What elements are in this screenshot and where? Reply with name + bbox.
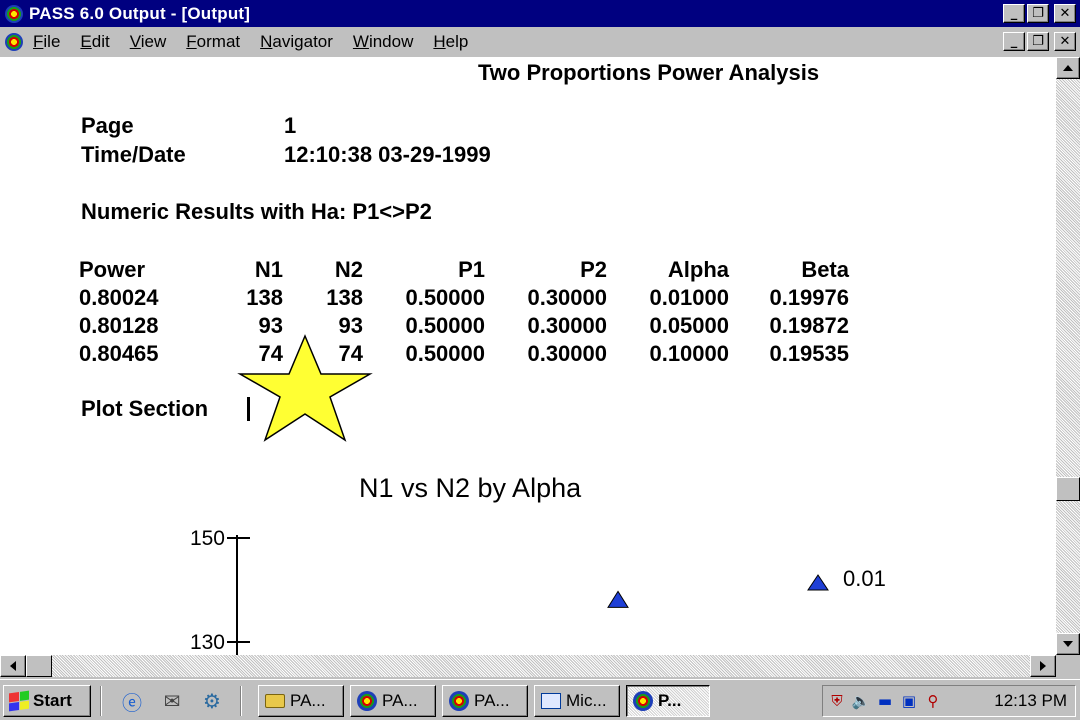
folder-icon xyxy=(265,694,285,708)
horizontal-scrollbar[interactable] xyxy=(0,655,1056,677)
taskbar: Start ⓔ ✉ ⚙ PA... PA... PA... Mic... P..… xyxy=(0,679,1080,720)
arrow-down-icon xyxy=(1063,641,1073,647)
taskbar-clock: 12:13 PM xyxy=(994,691,1067,710)
title-bar[interactable]: PASS 6.0 Output - [Output] _ ❐ ✕ xyxy=(0,0,1080,27)
taskbar-separator xyxy=(240,686,242,716)
doc-close-button[interactable]: ✕ xyxy=(1054,32,1076,51)
search-icon[interactable]: ⚲ xyxy=(923,691,943,711)
restore-button[interactable]: ❐ xyxy=(1027,4,1049,23)
menu-file[interactable]: File xyxy=(33,32,60,52)
doc-restore-button[interactable]: ❐ xyxy=(1027,32,1049,51)
volume-icon[interactable]: 🔈 xyxy=(851,691,871,711)
data-points xyxy=(607,590,629,608)
network-icon[interactable]: ▬ xyxy=(875,691,895,711)
scatter-chart: 150 130 0.01 xyxy=(190,527,886,655)
data-point-marker xyxy=(607,590,629,608)
taskbar-button-microsoft[interactable]: Mic... xyxy=(534,685,620,717)
scroll-left-button[interactable] xyxy=(0,655,26,677)
taskbar-separator xyxy=(100,686,102,716)
windows-logo-icon xyxy=(9,690,29,712)
arrow-right-icon xyxy=(1040,661,1046,671)
menu-edit[interactable]: Edit xyxy=(80,32,109,52)
taskbar-button-pass-active[interactable]: P... xyxy=(626,685,710,717)
scroll-down-button[interactable] xyxy=(1056,633,1080,655)
y-tick-label: 130 xyxy=(190,631,225,654)
taskbar-button-label: PA... xyxy=(382,691,418,710)
menu-bar: File Edit View Format Navigator Window H… xyxy=(0,28,1080,56)
scrollbar-corner xyxy=(1056,655,1080,677)
start-button[interactable]: Start xyxy=(3,685,91,717)
start-label: Start xyxy=(33,691,72,710)
scroll-up-button[interactable] xyxy=(1056,57,1080,79)
doc-minimize-button[interactable]: _ xyxy=(1003,32,1025,51)
window-controls: _ ❐ ✕ xyxy=(1003,4,1076,23)
taskbar-button-pass-1[interactable]: PA... xyxy=(350,685,436,717)
arrow-left-icon xyxy=(10,661,16,671)
internet-explorer-icon[interactable]: ⓔ xyxy=(120,689,144,715)
output-document[interactable]: Two Proportions Power Analysis Page 1 Ti… xyxy=(0,57,1056,655)
window-title: PASS 6.0 Output - [Output] xyxy=(29,3,251,23)
pass-app-icon[interactable] xyxy=(5,4,23,23)
menu-help[interactable]: Help xyxy=(433,32,468,52)
vertical-scrollbar[interactable] xyxy=(1056,57,1080,655)
channels-icon[interactable]: ⚙ xyxy=(200,689,224,713)
pass-app-icon xyxy=(449,691,469,711)
pass-app-icon xyxy=(357,691,377,711)
shield-icon[interactable]: ⛨ xyxy=(827,691,847,711)
taskbar-button-folder[interactable]: PA... xyxy=(258,685,344,717)
menu-window[interactable]: Window xyxy=(353,32,413,52)
taskbar-button-label: PA... xyxy=(474,691,510,710)
taskbar-button-label: Mic... xyxy=(566,691,607,710)
menu-navigator[interactable]: Navigator xyxy=(260,32,333,52)
menu-format[interactable]: Format xyxy=(186,32,240,52)
taskbar-button-label: PA... xyxy=(290,691,326,710)
legend-marker xyxy=(807,574,829,591)
system-tray: ⛨ 🔈 ▬ ▣ ⚲ 12:13 PM xyxy=(822,685,1076,717)
document-window-controls: _ ❐ ✕ xyxy=(1003,32,1076,51)
taskbar-button-label: P... xyxy=(658,691,682,710)
microsoft-app-icon xyxy=(541,693,561,709)
close-button[interactable]: ✕ xyxy=(1054,4,1076,23)
menu-view[interactable]: View xyxy=(130,32,167,52)
vertical-scroll-thumb[interactable] xyxy=(1056,477,1080,501)
scroll-right-button[interactable] xyxy=(1030,655,1056,677)
horizontal-scroll-thumb[interactable] xyxy=(26,655,52,677)
monitor-icon[interactable]: ▣ xyxy=(899,691,919,711)
outlook-express-icon[interactable]: ✉ xyxy=(160,689,184,713)
arrow-up-icon xyxy=(1063,65,1073,71)
taskbar-button-pass-2[interactable]: PA... xyxy=(442,685,528,717)
pass-app-icon xyxy=(633,691,653,711)
y-tick-label: 150 xyxy=(190,527,225,550)
minimize-button[interactable]: _ xyxy=(1003,4,1025,23)
document-icon[interactable] xyxy=(5,33,23,51)
legend-label: 0.01 xyxy=(843,566,886,591)
